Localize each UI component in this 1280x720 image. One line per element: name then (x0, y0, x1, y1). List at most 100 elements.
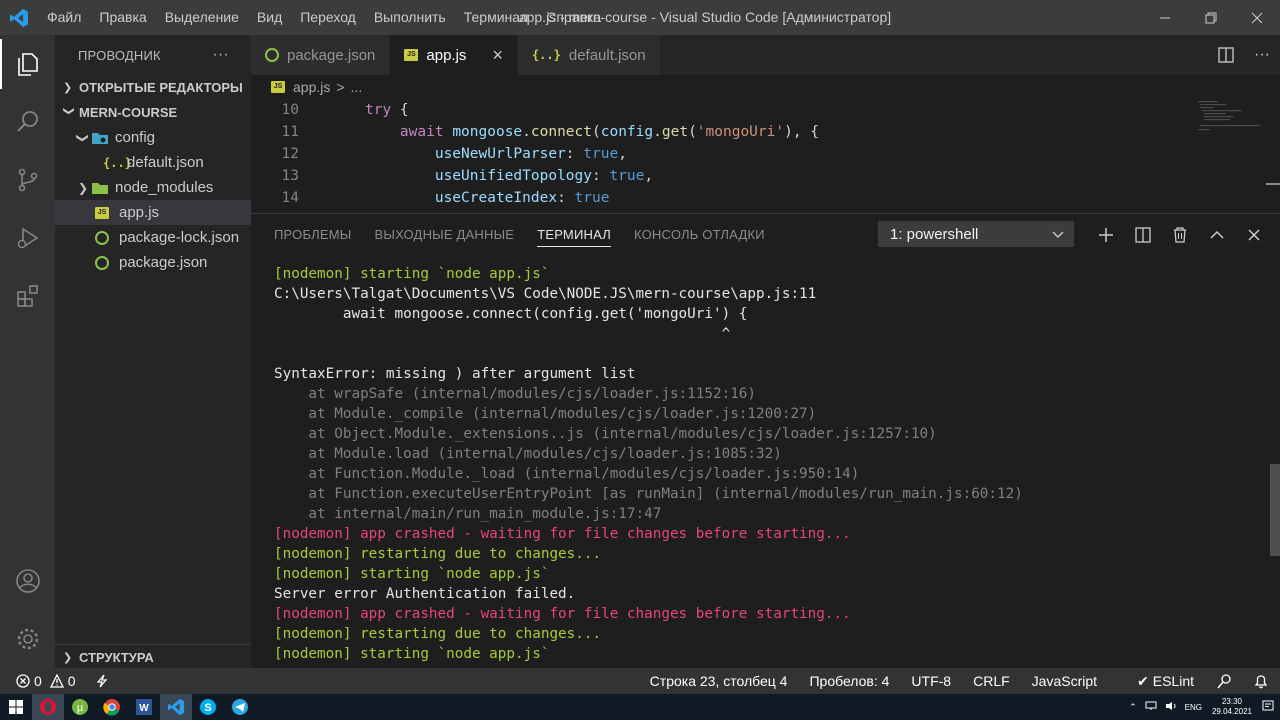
opera-icon[interactable] (32, 694, 64, 720)
notifications-bell-icon[interactable] (1254, 673, 1268, 689)
menu-run[interactable]: Выполнить (365, 0, 455, 35)
tree-item-package-lock-json[interactable]: package-lock.json (55, 225, 251, 250)
chevron-down-icon: ❯ (76, 132, 90, 143)
split-editor-icon[interactable] (1208, 47, 1244, 63)
minimize-button[interactable] (1142, 0, 1188, 35)
vscode-logo-icon (0, 0, 38, 35)
tab-app-js[interactable]: JS app.js × (390, 35, 518, 75)
chrome-icon[interactable] (96, 694, 128, 720)
menu-go[interactable]: Переход (291, 0, 365, 35)
indentation[interactable]: Пробелов: 4 (809, 673, 889, 689)
breadcrumb-file[interactable]: app.js (293, 79, 330, 95)
terminal-select[interactable]: 1: powershell (878, 221, 1074, 247)
menu-help[interactable]: Справка (537, 0, 610, 35)
editor-tabs: package.json JS app.js × {..} default.js… (251, 35, 1280, 75)
tree-item-default-json[interactable]: {..} default.json (55, 150, 251, 175)
close-window-button[interactable] (1234, 0, 1280, 35)
tree-item-app-js[interactable]: JS app.js (55, 200, 251, 225)
code-token: : (565, 146, 584, 162)
terminal-line: [nodemon] starting `node app.js` (274, 266, 550, 282)
tab-problems[interactable]: ПРОБЛЕМЫ (274, 214, 352, 255)
minimap[interactable] (1196, 99, 1266, 139)
terminal-output[interactable]: [nodemon] starting `node app.js` C:\Users… (274, 264, 1264, 664)
volume-icon[interactable] (1165, 701, 1177, 713)
trash-icon[interactable] (1161, 226, 1198, 243)
breadcrumb-more[interactable]: ... (351, 79, 363, 95)
close-panel-icon[interactable] (1235, 227, 1272, 243)
menu-edit[interactable]: Правка (90, 0, 155, 35)
menu-file[interactable]: Файл (38, 0, 90, 35)
status-bar: 0 0 Строка 23, столбец 4 Пробелов: 4 UTF… (0, 668, 1280, 694)
code-line: 11 await mongoose.connect(config.get('mo… (251, 121, 1280, 143)
terminal-line: SyntaxError: missing ) after argument li… (274, 366, 636, 382)
terminal-select-value: 1: powershell (890, 225, 979, 243)
run-debug-icon[interactable] (0, 209, 55, 267)
search-icon[interactable] (0, 93, 55, 151)
settings-gear-icon[interactable] (0, 610, 55, 668)
windows-start-icon[interactable] (0, 694, 32, 720)
terminal-line: at internal/main/run_main_module.js:17:4… (274, 506, 662, 522)
terminal-scrollbar[interactable] (1270, 464, 1280, 556)
notifications-icon[interactable] (1262, 700, 1274, 714)
clock[interactable]: 23:30 29.04.2021 (1212, 697, 1252, 717)
extensions-icon[interactable] (0, 267, 55, 325)
breadcrumb: JS app.js > ... (251, 75, 1280, 99)
warnings-count[interactable]: 0 (68, 673, 76, 689)
line-number: 12 (281, 146, 299, 162)
more-actions-icon[interactable]: ··· (212, 46, 229, 64)
account-icon[interactable] (0, 552, 55, 610)
more-actions-icon[interactable]: ··· (1244, 46, 1280, 64)
eslint-status[interactable]: ✔ ESLint (1115, 673, 1194, 690)
code-token: connect (530, 124, 592, 140)
network-icon[interactable] (1145, 701, 1157, 713)
tab-debug-console[interactable]: КОНСОЛЬ ОТЛАДКИ (634, 214, 765, 255)
keyboard-language[interactable]: ENG (1185, 703, 1202, 712)
tab-package-json[interactable]: package.json (251, 35, 391, 75)
tree-item-package-json[interactable]: package.json (55, 250, 251, 275)
tab-label: default.json (568, 46, 646, 64)
utorrent-icon[interactable]: µ (64, 694, 96, 720)
terminal-line: at Object.Module._extensions..js (intern… (274, 426, 937, 442)
chevron-right-icon: ❯ (63, 652, 73, 664)
tab-label: app.js (426, 46, 467, 64)
source-control-icon[interactable] (0, 151, 55, 209)
tab-default-json[interactable]: {..} default.json (517, 35, 661, 75)
explorer-icon[interactable] (0, 35, 55, 93)
restore-button[interactable] (1188, 0, 1234, 35)
project-section[interactable]: ❯ MERN-COURSE (55, 100, 251, 125)
chevron-up-icon[interactable]: ⌃ (1129, 702, 1137, 713)
tree-item-node-modules[interactable]: ❯ node_modules (55, 175, 251, 200)
word-icon[interactable]: W (128, 694, 160, 720)
telegram-icon[interactable] (224, 694, 256, 720)
skype-icon[interactable]: S (192, 694, 224, 720)
open-editors-section[interactable]: ❯ ОТКРЫТЫЕ РЕДАКТОРЫ (55, 75, 251, 100)
errors-count[interactable]: 0 (34, 673, 42, 689)
code-text: useCreateIndex: true (299, 187, 610, 209)
menu-terminal[interactable]: Терминал (455, 0, 537, 35)
tab-terminal[interactable]: ТЕРМИНАЛ (537, 214, 611, 255)
tree-item-config[interactable]: ❯ config (55, 125, 251, 150)
menu-view[interactable]: Вид (248, 0, 291, 35)
terminal-line: C:\Users\Talgat\Documents\VS Code\NODE.J… (274, 286, 817, 302)
new-terminal-icon[interactable] (1087, 227, 1124, 243)
lightning-icon[interactable] (96, 674, 108, 688)
maximize-panel-icon[interactable] (1198, 227, 1235, 243)
feedback-icon[interactable] (1216, 673, 1232, 689)
code-line: 12 useNewUrlParser: true, (251, 143, 1280, 165)
cursor-position[interactable]: Строка 23, столбец 4 (650, 673, 788, 689)
end-of-line[interactable]: CRLF (973, 673, 1010, 689)
structure-section[interactable]: ❯ СТРУКТУРА (55, 645, 251, 670)
warnings-icon[interactable] (49, 674, 64, 688)
language-mode[interactable]: JavaScript (1032, 673, 1097, 689)
close-icon[interactable]: × (492, 45, 503, 66)
code-editor[interactable]: 10 try {11 await mongoose.connect(config.… (251, 99, 1280, 213)
split-terminal-icon[interactable] (1124, 226, 1161, 243)
terminal-line: [nodemon] restarting due to changes... (274, 546, 602, 562)
vscode-taskbar-icon[interactable] (160, 694, 192, 720)
errors-icon[interactable] (16, 674, 30, 688)
tab-output[interactable]: ВЫХОДНЫЕ ДАННЫЕ (375, 214, 515, 255)
menu-selection[interactable]: Выделение (156, 0, 248, 35)
encoding[interactable]: UTF-8 (911, 673, 951, 689)
config-folder-icon (91, 131, 111, 145)
